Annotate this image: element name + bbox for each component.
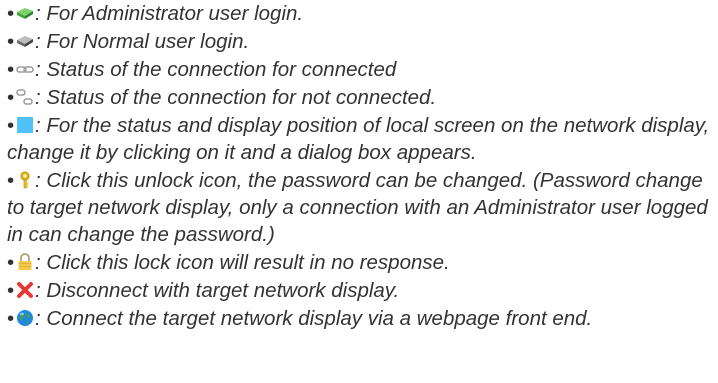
item-text: : Status of the connection for connected <box>35 58 397 81</box>
item-text: : For Normal user login. <box>35 30 250 53</box>
list-item-disconnect: • : Disconnect with target network displ… <box>3 277 715 304</box>
icon-legend-list: • : For Administrator user login. • : Fo… <box>3 0 715 333</box>
bullet: • <box>7 30 15 53</box>
item-text: : For Administrator user login. <box>35 2 304 25</box>
bullet: • <box>7 169 15 192</box>
bullet: • <box>7 279 15 302</box>
list-item-web: • : Connect the target network display v… <box>3 305 715 332</box>
admin-login-icon <box>16 4 34 22</box>
local-screen-icon <box>16 116 34 134</box>
bullet: • <box>7 86 15 109</box>
web-icon <box>16 309 34 327</box>
unlock-icon <box>16 171 34 189</box>
connected-icon <box>16 60 34 78</box>
bullet: • <box>7 2 15 25</box>
list-item-normal-login: • : For Normal user login. <box>3 28 715 55</box>
item-text: : For the status and display position of… <box>7 114 710 164</box>
item-text: : Click this unlock icon, the password c… <box>7 169 708 246</box>
bullet: • <box>7 58 15 81</box>
item-text: : Click this lock icon will result in no… <box>35 251 450 274</box>
list-item-not-connected: • : Status of the connection for not con… <box>3 84 715 111</box>
list-item-connected: • : Status of the connection for connect… <box>3 56 715 83</box>
not-connected-icon <box>16 88 34 106</box>
lock-icon <box>16 253 34 271</box>
list-item-lock: • : Click this lock icon will result in … <box>3 249 715 276</box>
bullet: • <box>7 114 15 137</box>
disconnect-icon <box>16 281 34 299</box>
normal-login-icon <box>16 32 34 50</box>
item-text: : Status of the connection for not conne… <box>35 86 437 109</box>
bullet: • <box>7 251 15 274</box>
item-text: : Connect the target network display via… <box>35 307 593 330</box>
list-item-local-screen: • : For the status and display position … <box>3 112 715 166</box>
bullet: • <box>7 307 15 330</box>
item-text: : Disconnect with target network display… <box>35 279 400 302</box>
list-item-admin-login: • : For Administrator user login. <box>3 0 715 27</box>
list-item-unlock: • : Click this unlock icon, the password… <box>3 167 715 248</box>
